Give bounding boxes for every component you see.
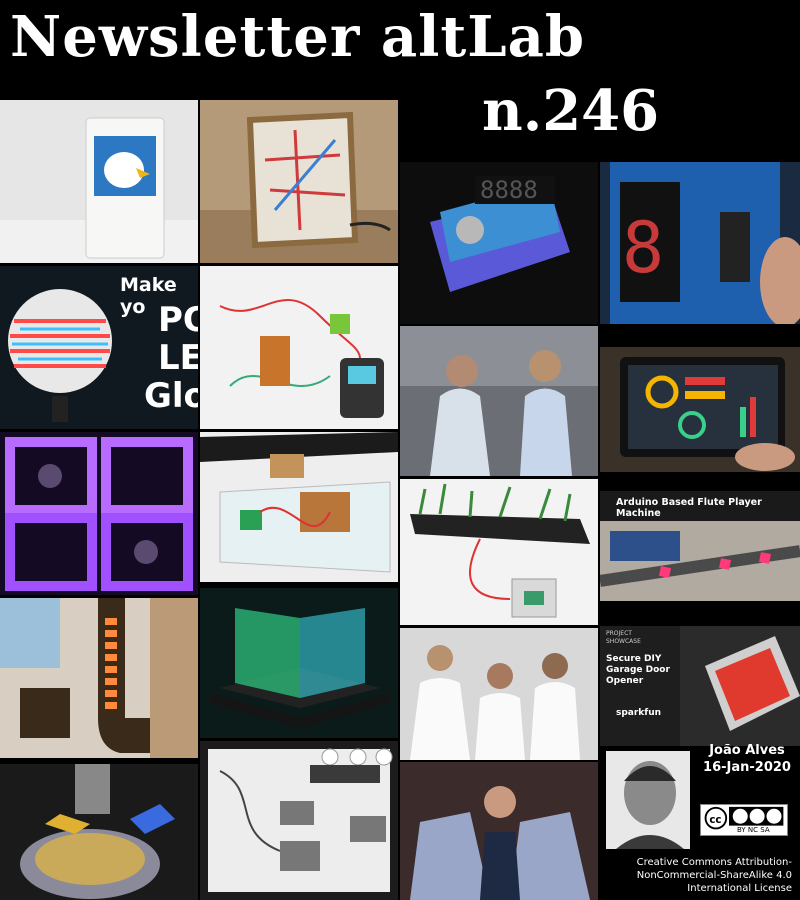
svg-text:8: 8	[622, 207, 664, 289]
license-text: Creative Commons Attribution-NonCommerci…	[636, 857, 792, 894]
sparkfun-logo: sparkfun	[616, 708, 662, 718]
tile-scientists	[400, 628, 598, 760]
newsletter-title: Newsletter altLab	[10, 4, 586, 70]
acrylic-circuit-image	[200, 432, 398, 582]
cc-badge-text: BY NC SA	[737, 826, 770, 834]
tile-metro-map-frame	[200, 100, 398, 263]
wafer-probe-image	[0, 764, 198, 900]
pov-text-line-2: PO	[158, 300, 198, 340]
fiber-cube-image	[200, 588, 398, 738]
valves-image	[200, 741, 398, 900]
author-portrait	[606, 751, 690, 849]
led-digits-image: 8	[600, 162, 800, 324]
tile-pneumatic-valves	[200, 741, 398, 900]
tile-led-clock: 8888	[400, 162, 598, 324]
garage-kicker: PROJECT SHOWCASE	[606, 630, 641, 645]
tile-tablet-dashboard	[600, 347, 800, 472]
author-block: João Alves 16-Jan-2020	[697, 742, 797, 776]
tile-fiber-cube	[200, 588, 398, 738]
tile-acrylic-circuit	[200, 432, 398, 582]
svg-text:cc: cc	[709, 814, 721, 826]
flute-caption: Arduino Based Flute Player Machine	[616, 497, 762, 519]
tile-eagle-display	[0, 100, 198, 263]
tile-grow-lights	[0, 432, 198, 595]
tile-tube-structures	[400, 762, 598, 900]
issue-date: 16-Jan-2020	[703, 760, 791, 775]
author-photo	[606, 751, 690, 849]
tile-led-digits-hand: 8	[600, 162, 800, 324]
tile-led-bar-lamp	[0, 598, 198, 758]
scientists-image	[400, 628, 598, 760]
svg-text:8888: 8888	[480, 176, 538, 204]
eagle-display-image	[0, 100, 198, 263]
led-bar-image	[0, 598, 198, 758]
garage-title: Secure DIY Garage Door Opener	[606, 654, 670, 686]
author-name: João Alves	[709, 743, 785, 758]
researchers-image	[400, 326, 598, 476]
tile-researchers-lab	[400, 326, 598, 476]
tile-planter-sensor	[400, 479, 598, 625]
cc-license-badge: cc BY NC SA	[700, 804, 788, 836]
tube-structures-image	[400, 762, 598, 900]
led-clock-image: 8888	[400, 162, 598, 324]
tile-garage-door-opener: PROJECT SHOWCASE Secure DIY Garage Door …	[600, 626, 800, 746]
pov-text-line-3: LE	[158, 338, 198, 378]
tile-pov-globe: Make yo PO LE Glo	[0, 266, 198, 429]
issue-number: n.246	[482, 78, 660, 144]
tile-wired-modules	[200, 266, 398, 429]
metro-frame-image	[200, 100, 398, 263]
tile-wafer-probe	[0, 764, 198, 900]
wired-modules-image	[200, 266, 398, 429]
grow-lights-image	[0, 432, 198, 595]
tablet-dashboard-image	[600, 347, 800, 472]
planter-image	[400, 479, 598, 625]
pov-text-line-4: Glo	[144, 376, 198, 416]
tile-flute-player: Arduino Based Flute Player Machine	[600, 491, 800, 601]
